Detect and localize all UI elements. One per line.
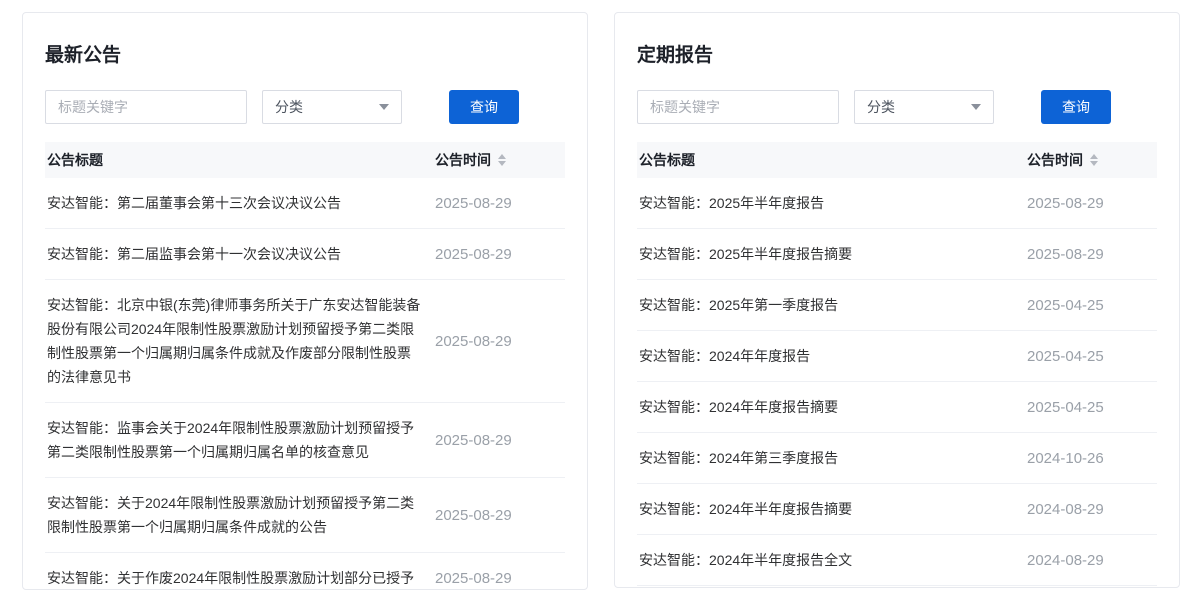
announcements-table: 公告标题 公告时间 安达智能：第二届董事会第十三次会议决议公告 2025-08-… (45, 142, 565, 590)
announcement-title-link[interactable]: 安达智能：北京中银(东莞)律师事务所关于广东安达智能装备股份有限公司2024年限… (45, 293, 435, 389)
announcement-title-link[interactable]: 安达智能：2024年年度报告 (637, 344, 1027, 368)
filter-bar: 分类 查询 (45, 90, 565, 124)
sort-ascending-icon (1090, 154, 1098, 159)
announcement-title-link[interactable]: 安达智能：关于2024年限制性股票激励计划预留授予第二类限制性股票第一个归属期归… (45, 491, 435, 539)
sort-descending-icon (1090, 161, 1098, 166)
table-header: 公告标题 公告时间 (45, 142, 565, 178)
announcement-title-link[interactable]: 安达智能：2024年第三季度报告 (637, 446, 1027, 470)
announcement-title-link[interactable]: 安达智能：监事会关于2024年限制性股票激励计划预留授予第二类限制性股票第一个归… (45, 416, 435, 464)
column-header-title: 公告标题 (45, 150, 435, 170)
table-row: 安达智能：第二届董事会第十三次会议决议公告 2025-08-29 (45, 178, 565, 229)
category-select-value: 分类 (275, 97, 303, 117)
chevron-down-icon (971, 104, 981, 110)
sort-icon (1090, 154, 1098, 166)
reports-table: 公告标题 公告时间 安达智能：2025年半年度报告 2025-08-29 安达智… (637, 142, 1157, 586)
table-row: 安达智能：北京中银(东莞)律师事务所关于广东安达智能装备股份有限公司2024年限… (45, 280, 565, 403)
announcement-title-link[interactable]: 安达智能：2025年第一季度报告 (637, 293, 1027, 317)
category-select[interactable]: 分类 (262, 90, 402, 124)
announcement-title-link[interactable]: 安达智能：2024年半年度报告全文 (637, 548, 1027, 572)
table-header: 公告标题 公告时间 (637, 142, 1157, 178)
table-row: 安达智能：关于2024年限制性股票激励计划预留授予第二类限制性股票第一个归属期归… (45, 478, 565, 553)
table-row: 安达智能：关于作废2024年限制性股票激励计划部分已授予 2025-08-29 (45, 553, 565, 590)
announcement-title-link[interactable]: 安达智能：关于作废2024年限制性股票激励计划部分已授予 (45, 566, 435, 590)
announcement-title-link[interactable]: 安达智能：第二届监事会第十一次会议决议公告 (45, 242, 435, 266)
table-row: 安达智能：2024年第三季度报告 2024-10-26 (637, 433, 1157, 484)
filter-bar: 分类 查询 (637, 90, 1157, 124)
column-header-time-sort[interactable]: 公告时间 (1027, 150, 1157, 170)
announcement-title-link[interactable]: 安达智能：第二届董事会第十三次会议决议公告 (45, 191, 435, 215)
announcement-date: 2024-08-29 (1027, 552, 1157, 569)
table-body: 安达智能：第二届董事会第十三次会议决议公告 2025-08-29 安达智能：第二… (45, 178, 565, 590)
panel-title: 最新公告 (45, 45, 565, 67)
table-row: 安达智能：2024年半年度报告摘要 2024-08-29 (637, 484, 1157, 535)
announcement-title-link[interactable]: 安达智能：2025年半年度报告摘要 (637, 242, 1027, 266)
table-row: 安达智能：2024年半年度报告全文 2024-08-29 (637, 535, 1157, 586)
announcement-date: 2025-08-29 (1027, 195, 1157, 212)
category-select[interactable]: 分类 (854, 90, 994, 124)
announcement-date: 2024-10-26 (1027, 450, 1157, 467)
announcement-date: 2025-04-25 (1027, 348, 1157, 365)
announcement-date: 2025-08-29 (435, 246, 565, 263)
announcement-title-link[interactable]: 安达智能：2025年半年度报告 (637, 191, 1027, 215)
sort-icon (498, 154, 506, 166)
panel-title: 定期报告 (637, 45, 1157, 67)
announcement-date: 2025-08-29 (435, 507, 565, 524)
column-header-time-sort[interactable]: 公告时间 (435, 150, 565, 170)
table-row: 安达智能：2025年半年度报告 2025-08-29 (637, 178, 1157, 229)
table-row: 安达智能：2024年年度报告 2025-04-25 (637, 331, 1157, 382)
chevron-down-icon (379, 104, 389, 110)
table-row: 安达智能：2024年年度报告摘要 2025-04-25 (637, 382, 1157, 433)
latest-announcements-panel: 最新公告 分类 查询 公告标题 公告时间 安达智能：第二届董事会第十三次会议决议… (22, 12, 588, 590)
announcement-date: 2024-08-29 (1027, 501, 1157, 518)
announcement-title-link[interactable]: 安达智能：2024年半年度报告摘要 (637, 497, 1027, 521)
table-row: 安达智能：监事会关于2024年限制性股票激励计划预留授予第二类限制性股票第一个归… (45, 403, 565, 478)
query-button[interactable]: 查询 (449, 90, 519, 124)
sort-ascending-icon (498, 154, 506, 159)
table-body: 安达智能：2025年半年度报告 2025-08-29 安达智能：2025年半年度… (637, 178, 1157, 586)
query-button[interactable]: 查询 (1041, 90, 1111, 124)
column-header-title: 公告标题 (637, 150, 1027, 170)
category-select-value: 分类 (867, 97, 895, 117)
table-row: 安达智能：2025年半年度报告摘要 2025-08-29 (637, 229, 1157, 280)
table-row: 安达智能：第二届监事会第十一次会议决议公告 2025-08-29 (45, 229, 565, 280)
column-header-time-label: 公告时间 (1027, 150, 1083, 170)
keyword-input[interactable] (637, 90, 839, 124)
announcement-date: 2025-04-25 (1027, 399, 1157, 416)
announcement-date: 2025-04-25 (1027, 297, 1157, 314)
announcement-date: 2025-08-29 (435, 195, 565, 212)
sort-descending-icon (498, 161, 506, 166)
table-row: 安达智能：2025年第一季度报告 2025-04-25 (637, 280, 1157, 331)
announcement-date: 2025-08-29 (1027, 246, 1157, 263)
announcement-date: 2025-08-29 (435, 570, 565, 587)
announcement-date: 2025-08-29 (435, 432, 565, 449)
keyword-input[interactable] (45, 90, 247, 124)
announcement-title-link[interactable]: 安达智能：2024年年度报告摘要 (637, 395, 1027, 419)
announcement-date: 2025-08-29 (435, 333, 565, 350)
column-header-time-label: 公告时间 (435, 150, 491, 170)
periodic-reports-panel: 定期报告 分类 查询 公告标题 公告时间 安达智能：2025年半年度报告 202… (614, 12, 1180, 588)
